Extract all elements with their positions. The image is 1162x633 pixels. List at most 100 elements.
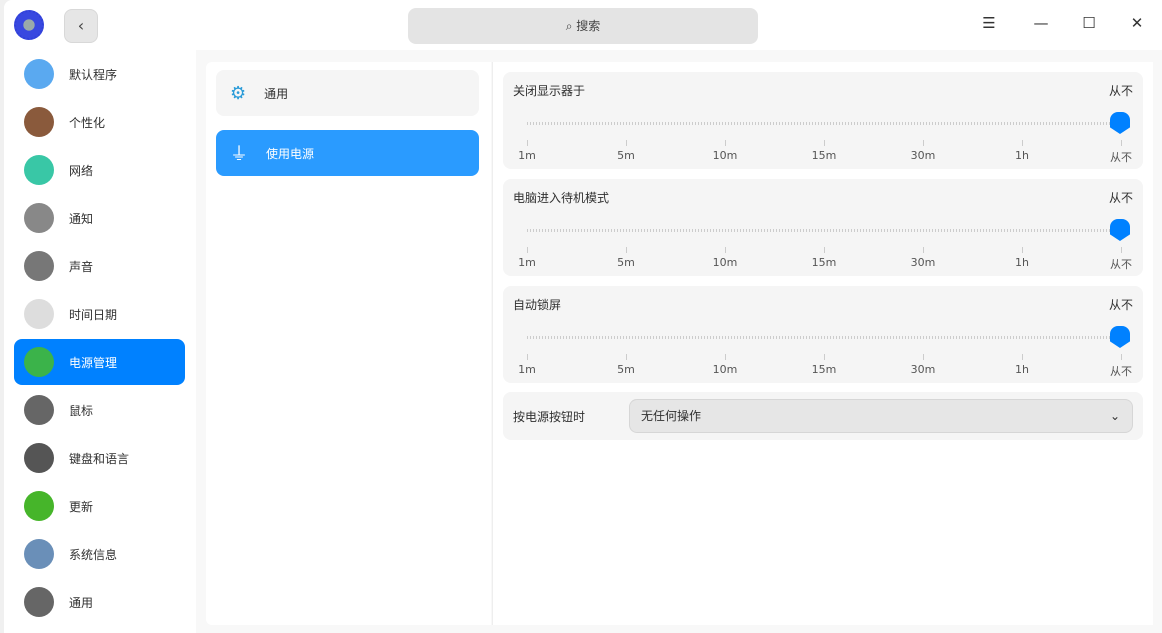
- slider-value: 从不: [1108, 298, 1133, 312]
- sidebar-item-icon: [24, 251, 54, 281]
- title-bar: ‹ ⌕ 搜索 ☰ — ☐ ✕: [4, 0, 1162, 50]
- slider-card: 电脑进入待机模式 从不 1m 5m 10m 15m 30m 1h 从不: [503, 179, 1143, 276]
- tick-label: 15m: [811, 256, 837, 269]
- slider-label: 电脑进入待机模式: [513, 191, 610, 205]
- back-button[interactable]: ‹: [64, 9, 98, 43]
- tick-label: 15m: [811, 363, 837, 376]
- tick-label: 1h: [1015, 149, 1029, 162]
- sidebar-item[interactable]: 时间日期: [14, 291, 185, 337]
- slider-tick: [1022, 140, 1023, 146]
- sidebar-item-icon: [24, 539, 54, 569]
- slider-tick: [1121, 247, 1122, 253]
- sidebar-item-label: 网络: [69, 163, 94, 178]
- tick-label: 10m: [712, 149, 738, 162]
- slider-tick: [1022, 354, 1023, 360]
- sidebar-item-label: 默认程序: [69, 67, 118, 82]
- slider-tick: [527, 140, 528, 146]
- sidebar-item[interactable]: 电源管理: [14, 339, 185, 385]
- slider-thumb[interactable]: [1110, 326, 1130, 348]
- sidebar-item[interactable]: 个性化: [14, 99, 185, 145]
- sidebar-item-icon: [24, 59, 54, 89]
- sidebar-item-icon: [24, 491, 54, 521]
- plug-icon: ⏚: [230, 144, 248, 165]
- slider-tick: [725, 140, 726, 146]
- sidebar-item[interactable]: 网络: [14, 147, 185, 193]
- tick-label: 从不: [1110, 258, 1132, 271]
- sidebar-item-label: 声音: [69, 259, 94, 274]
- sidebar: 默认程序个性化网络通知声音时间日期电源管理 鼠标 键盘和语言 更新系统信息通用: [4, 50, 196, 633]
- sidebar-item-icon: [24, 395, 54, 425]
- tick-label: 10m: [712, 363, 738, 376]
- power-button-row: 按电源按钮时 无任何操作 ⌄: [503, 392, 1143, 440]
- slider-tick: [923, 140, 924, 146]
- slider-tick: [824, 140, 825, 146]
- power-button-label: 按电源按钮时: [513, 410, 586, 424]
- tick-label: 15m: [811, 149, 837, 162]
- tick-label: 30m: [910, 149, 936, 162]
- sidebar-item[interactable]: 默认程序: [14, 51, 185, 97]
- sidebar-item[interactable]: 更新: [14, 483, 185, 529]
- sidebar-item-label: 个性化: [69, 115, 106, 130]
- sidebar-item-icon: [24, 155, 54, 185]
- tick-label: 1h: [1015, 363, 1029, 376]
- sidebar-item[interactable]: 通知: [14, 195, 185, 241]
- tick-label: 1h: [1015, 256, 1029, 269]
- sidebar-item[interactable]: 声音: [14, 243, 185, 289]
- submenu-panel: ⚙ 通用 ⏚ 使用电源: [206, 62, 491, 625]
- sidebar-item[interactable]: 通用: [14, 579, 185, 625]
- slider-card: 自动锁屏 从不 1m 5m 10m 15m 30m 1h 从不: [503, 286, 1143, 383]
- slider-tick: [824, 247, 825, 253]
- search-placeholder: 搜索: [576, 19, 601, 33]
- slider-label: 关闭显示器于: [513, 84, 586, 98]
- sidebar-item[interactable]: 鼠标: [14, 387, 185, 433]
- chevron-down-icon: ⌄: [1109, 409, 1120, 423]
- maximize-button[interactable]: ☐: [1078, 14, 1100, 36]
- sidebar-item-label: 时间日期: [69, 307, 118, 322]
- minimize-button[interactable]: —: [1030, 14, 1052, 36]
- sidebar-item-label: 系统信息: [69, 547, 118, 562]
- slider-tick: [527, 354, 528, 360]
- slider-tick: [824, 354, 825, 360]
- slider-track[interactable]: [527, 122, 1123, 125]
- slider-tick: [1022, 247, 1023, 253]
- slider-tick: [626, 140, 627, 146]
- slider-tick: [527, 247, 528, 253]
- sidebar-item[interactable]: 键盘和语言: [14, 435, 185, 481]
- slider-thumb[interactable]: [1110, 219, 1130, 241]
- tick-label: 30m: [910, 363, 936, 376]
- search-input[interactable]: ⌕ 搜索: [408, 8, 758, 44]
- slider-thumb[interactable]: [1110, 112, 1130, 134]
- slider-tick: [725, 354, 726, 360]
- slider-track[interactable]: [527, 336, 1123, 339]
- close-button[interactable]: ✕: [1126, 14, 1148, 36]
- gear-icon: ⚙: [230, 82, 247, 104]
- menu-button[interactable]: ☰: [978, 14, 1000, 36]
- tick-label: 1m: [518, 149, 536, 162]
- slider-value: 从不: [1108, 191, 1133, 205]
- sidebar-item-label: 通知: [69, 211, 94, 226]
- submenu-item-label: 使用电源: [266, 146, 315, 161]
- power-settings-panel: 按电源按钮时 无任何操作 ⌄ 关闭显示器于 从不 1m 5m 10m 15m 30m 1h 从不电…: [492, 62, 1153, 625]
- tick-label: 30m: [910, 256, 936, 269]
- submenu-item[interactable]: ⚙ 通用: [216, 70, 479, 116]
- submenu-item[interactable]: ⏚ 使用电源: [216, 130, 479, 176]
- sidebar-item[interactable]: 系统信息: [14, 531, 185, 577]
- sidebar-item-icon: [24, 299, 54, 329]
- sidebar-item-icon: [24, 347, 54, 377]
- app-logo-icon: [14, 10, 44, 40]
- slider-tick: [923, 354, 924, 360]
- tick-label: 1m: [518, 256, 536, 269]
- tick-label: 5m: [617, 256, 635, 269]
- sidebar-item-icon: [24, 203, 54, 233]
- sidebar-item-label: 通用: [69, 595, 94, 610]
- tick-label: 10m: [712, 256, 738, 269]
- slider-value: 从不: [1108, 84, 1133, 98]
- power-button-select[interactable]: 无任何操作 ⌄: [629, 399, 1133, 433]
- slider-card: 关闭显示器于 从不 1m 5m 10m 15m 30m 1h 从不: [503, 72, 1143, 169]
- slider-tick: [725, 247, 726, 253]
- slider-label: 自动锁屏: [513, 298, 562, 312]
- select-value: 无任何操作: [641, 409, 702, 423]
- slider-track[interactable]: [527, 229, 1123, 232]
- slider-tick: [626, 354, 627, 360]
- tick-label: 5m: [617, 363, 635, 376]
